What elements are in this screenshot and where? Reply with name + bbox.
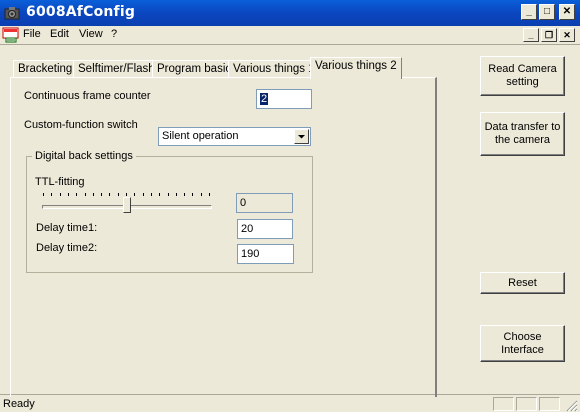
status-panel: [539, 397, 560, 411]
mdi-close-button[interactable]: ✕: [559, 28, 575, 42]
tab-panel: [10, 77, 437, 397]
document-icon[interactable]: [2, 27, 20, 43]
tab-selftimer-flash[interactable]: Selftimer/Flash: [73, 60, 160, 78]
status-text: Ready: [3, 398, 35, 410]
data-transfer-button[interactable]: Data transfer to the camera: [480, 112, 565, 156]
mdi-restore-button[interactable]: ❐: [541, 28, 557, 42]
menu-bar: File Edit View ?: [0, 26, 580, 44]
menu-help[interactable]: ?: [111, 28, 117, 40]
title-bar: 6008AfConfig _ □ ✕: [0, 0, 580, 26]
minimize-button[interactable]: _: [521, 4, 537, 20]
menu-file[interactable]: File: [23, 28, 41, 40]
tab-various-things-1[interactable]: Various things 1: [228, 60, 320, 78]
tab-bracketing[interactable]: Bracketing: [13, 60, 78, 78]
read-camera-setting-button[interactable]: Read Camera setting: [480, 56, 565, 96]
resize-grip-icon[interactable]: [564, 398, 578, 412]
window-title: 6008AfConfig: [26, 4, 136, 20]
tab-various-things-2[interactable]: Various things 2: [310, 57, 402, 79]
close-button[interactable]: ✕: [559, 4, 575, 20]
status-panel: [493, 397, 514, 411]
mdi-minimize-button[interactable]: _: [523, 28, 539, 42]
menu-edit[interactable]: Edit: [50, 28, 69, 40]
maximize-button[interactable]: □: [539, 4, 555, 20]
menu-view[interactable]: View: [79, 28, 103, 40]
reset-button[interactable]: Reset: [480, 272, 565, 294]
camera-icon: [4, 7, 20, 20]
status-panel: [516, 397, 537, 411]
tab-program-basic[interactable]: Program basic: [152, 60, 237, 78]
choose-interface-button[interactable]: Choose Interface: [480, 325, 565, 362]
